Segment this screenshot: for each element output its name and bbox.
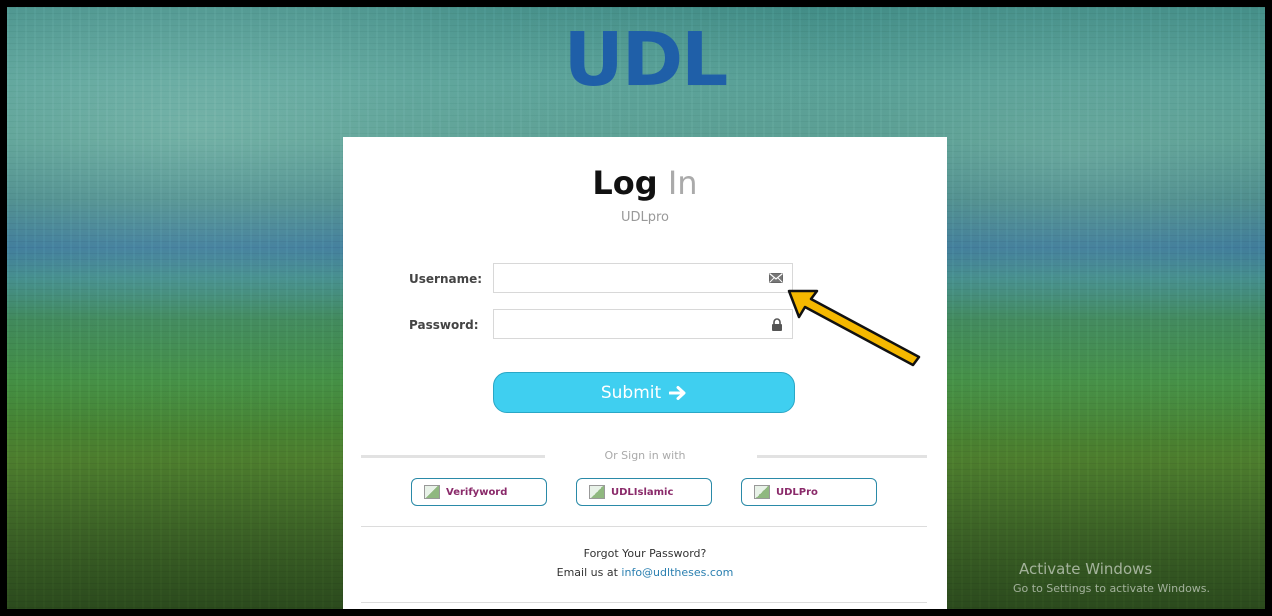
support-email-link[interactable]: info@udltheses.com [621, 566, 733, 579]
separator-bottom [361, 602, 927, 603]
submit-button[interactable]: Submit [493, 372, 795, 413]
password-field-box [493, 309, 793, 339]
title-light: In [667, 164, 698, 202]
broken-image-icon [589, 485, 605, 499]
provider-name: UDLPro [776, 486, 818, 498]
username-label: Username: [409, 272, 483, 286]
background-photo: UDL Log In UDLpro Username: Password: Su… [7, 7, 1265, 609]
activate-windows-title: Activate Windows [1019, 560, 1153, 578]
password-label: Password: [409, 318, 479, 332]
envelope-icon [769, 273, 783, 283]
username-field-box [493, 263, 793, 293]
page-title: Log In [343, 163, 947, 203]
broken-image-icon [424, 485, 440, 499]
annotation-arrow-icon [787, 289, 921, 367]
title-bold: Log [592, 164, 658, 202]
submit-label: Submit [600, 382, 662, 403]
activate-windows-hint: Go to Settings to activate Windows. [1013, 582, 1211, 595]
login-card: Log In UDLpro Username: Password: Submit [343, 137, 947, 609]
logo-text: UDL [563, 17, 729, 103]
lock-icon [772, 318, 782, 331]
contact-email-line: Email us at info@udltheses.com [343, 566, 947, 579]
provider-name: Verifyword [446, 486, 508, 498]
verifyword-button[interactable]: Verifyword [411, 478, 547, 506]
password-input[interactable] [494, 310, 770, 338]
udlislamic-button[interactable]: UDLIslamic [576, 478, 712, 506]
udlpro-button[interactable]: UDLPro [741, 478, 877, 506]
subtitle: UDLpro [620, 210, 670, 225]
arrow-right-icon [669, 385, 686, 400]
username-input[interactable] [494, 264, 770, 292]
email-prefix: Email us at [556, 566, 618, 579]
broken-image-icon [754, 485, 770, 499]
separator [361, 526, 927, 527]
udl-logo: UDL [560, 15, 730, 105]
divider-right [757, 455, 927, 458]
provider-name: UDLIslamic [611, 486, 674, 498]
forgot-password-text: Forgot Your Password? [583, 547, 707, 560]
